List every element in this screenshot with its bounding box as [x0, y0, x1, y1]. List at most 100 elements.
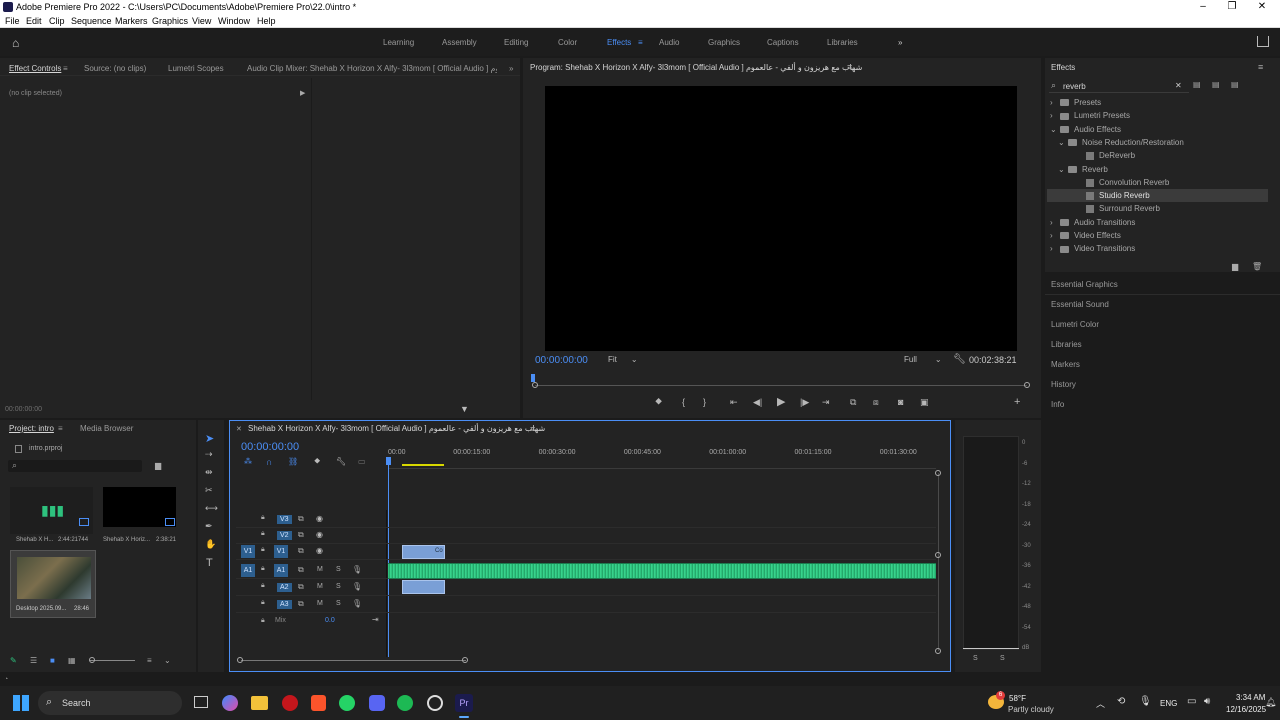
scroll-handle-mid[interactable] — [935, 552, 941, 558]
sync-lock-icon[interactable]: ⧉ — [298, 514, 304, 524]
clip-thumb-sequence[interactable] — [103, 487, 176, 527]
effects-folder[interactable]: › Video Effects — [1050, 231, 1121, 240]
tab-menu-icon[interactable]: ≡ — [63, 64, 68, 73]
program-playhead[interactable] — [531, 374, 535, 382]
tray-sync-icon[interactable]: ⟲ — [1117, 696, 1125, 707]
effects-folder[interactable]: › Video Transitions — [1050, 244, 1135, 253]
microphone-icon[interactable]: 🎙︎ — [352, 582, 362, 591]
sequence-title[interactable]: Shehab X Horizon X Alfy- 3l3mom [ Offici… — [248, 424, 545, 433]
step-forward-icon[interactable]: |▶ — [800, 398, 809, 407]
maximize-icon[interactable]: ❐ — [1222, 1, 1242, 12]
sync-lock-icon[interactable]: ⧉ — [298, 565, 304, 575]
filter-icon[interactable]: ▼ — [460, 404, 469, 414]
type-tool-icon[interactable]: T — [206, 558, 213, 569]
sync-lock-icon[interactable]: ⧉ — [298, 599, 304, 609]
lock-icon[interactable]: 🔒︎ — [261, 599, 265, 607]
razor-icon[interactable]: ✂ — [205, 486, 213, 495]
solo-left-button[interactable]: S — [973, 655, 978, 662]
track-name-a1[interactable]: A1 — [274, 564, 288, 577]
linked-select-icon[interactable]: ⛓ — [288, 457, 298, 466]
lock-icon[interactable]: 🔒︎ — [261, 617, 265, 625]
windows-start-icon[interactable] — [13, 695, 29, 711]
program-ruler[interactable] — [535, 385, 1027, 386]
panel-essential-graphics[interactable]: Essential Graphics — [1051, 280, 1118, 289]
selection-tool-icon[interactable]: ➤ — [205, 432, 214, 445]
audio-clip-a2[interactable] — [402, 580, 445, 594]
panel-markers[interactable]: Markers — [1051, 360, 1080, 369]
tab-media-browser[interactable]: Media Browser — [80, 424, 133, 433]
work-area-bar[interactable] — [402, 464, 444, 466]
menu-clip[interactable]: Clip — [49, 16, 65, 26]
ripple-edit-icon[interactable]: ⇹ — [205, 468, 213, 477]
close-icon[interactable]: ✕ — [1252, 1, 1272, 12]
effects-menu-icon[interactable]: ≡ — [1258, 62, 1263, 72]
pencil-icon[interactable]: ✎ — [10, 656, 17, 665]
source-patch-a1[interactable]: A1 — [241, 564, 255, 577]
effects-search-input[interactable]: reverb — [1063, 82, 1183, 91]
effects-item[interactable]: Studio Reverb — [1076, 191, 1150, 200]
video-clip[interactable]: Co — [402, 545, 445, 559]
chevron-down-icon[interactable]: ⌄ — [164, 656, 171, 665]
horizontal-scrollbar[interactable] — [241, 660, 466, 661]
effects-folder[interactable]: ⌄ Audio Effects — [1050, 125, 1121, 134]
tab-audio-clip-mixer[interactable]: Audio Clip Mixer: Shehab X Horizon X Alf… — [247, 64, 497, 73]
share-icon[interactable] — [1257, 36, 1269, 47]
more-workspaces-icon[interactable]: » — [898, 38, 902, 47]
clock-date[interactable]: 12/16/2025 — [1226, 705, 1266, 714]
minimize-icon[interactable]: – — [1193, 1, 1213, 12]
32bit-effects-icon[interactable]: ▤ — [1212, 80, 1220, 89]
snap-icon[interactable]: ∩ — [266, 457, 272, 467]
zoom-slider-handle[interactable] — [89, 657, 95, 663]
track-name-v2[interactable]: V2 — [277, 531, 292, 540]
workspace-color[interactable]: Color — [558, 38, 577, 47]
workspace-effects[interactable]: Effects — [607, 38, 631, 47]
marker-icon[interactable]: ⯁ — [314, 457, 320, 467]
workspace-captions[interactable]: Captions — [767, 38, 799, 47]
scroll-handle-top[interactable] — [935, 470, 941, 476]
effects-folder[interactable]: ⌄ Reverb — [1058, 165, 1108, 174]
whatsapp-icon[interactable] — [339, 695, 355, 711]
mute-button[interactable]: M — [317, 566, 323, 573]
workspace-menu-icon[interactable]: ≡ — [638, 38, 643, 47]
mute-button[interactable]: M — [317, 600, 323, 607]
solo-button[interactable]: S — [336, 600, 341, 607]
step-back-icon[interactable]: ◀| — [753, 398, 762, 407]
lock-icon[interactable]: 🔒︎ — [261, 582, 265, 590]
vertical-scroll-track[interactable] — [938, 473, 939, 651]
sync-lock-icon[interactable]: ⧉ — [298, 582, 304, 592]
effects-folder[interactable]: › Presets — [1050, 98, 1101, 107]
timeline-timecode[interactable]: 00:00:00:00 — [241, 441, 299, 453]
slip-tool-icon[interactable]: ⟷ — [205, 504, 218, 513]
sync-lock-icon[interactable]: ⧉ — [298, 546, 304, 556]
eye-icon[interactable]: ◉ — [316, 514, 323, 523]
panel-essential-sound[interactable]: Essential Sound — [1051, 300, 1109, 309]
panel-history[interactable]: History — [1051, 380, 1076, 389]
go-to-in-icon[interactable]: ⇤ — [730, 398, 738, 407]
tab-lumetri-scopes[interactable]: Lumetri Scopes — [168, 64, 224, 73]
yuv-effects-icon[interactable]: ▤ — [1231, 80, 1239, 89]
panel-info[interactable]: Info — [1051, 400, 1064, 409]
project-menu-icon[interactable]: ≡ — [58, 424, 63, 433]
add-button-icon[interactable]: + — [1014, 397, 1020, 408]
language-indicator[interactable]: ENG — [1160, 699, 1177, 708]
nest-icon[interactable]: ⁂ — [244, 457, 252, 466]
hscroll-left-handle[interactable] — [237, 657, 243, 663]
mark-in-icon[interactable]: { — [682, 398, 685, 407]
tab-source[interactable]: Source: (no clips) — [84, 64, 146, 73]
lock-icon[interactable]: 🔒︎ — [261, 530, 265, 538]
workspace-assembly[interactable]: Assembly — [442, 38, 477, 47]
volume-icon[interactable]: 🔊︎ — [1204, 696, 1210, 707]
panel-lumetri-color[interactable]: Lumetri Color — [1051, 320, 1099, 329]
panel-libraries[interactable]: Libraries — [1051, 340, 1082, 349]
spotify-icon[interactable] — [397, 695, 413, 711]
menu-edit[interactable]: Edit — [26, 16, 42, 26]
menu-file[interactable]: File — [5, 16, 20, 26]
sequence-menu-icon[interactable]: ≡ — [530, 424, 535, 434]
file-explorer-icon[interactable] — [251, 696, 268, 710]
workspace-editing[interactable]: Editing — [504, 38, 528, 47]
microphone-icon[interactable]: 🎙︎ — [352, 599, 362, 608]
add-marker-icon[interactable]: ⯁ — [655, 398, 662, 407]
lock-icon[interactable]: 🔒︎ — [261, 546, 265, 554]
go-to-out-icon[interactable]: ⇥ — [822, 398, 830, 407]
app-clock-icon[interactable] — [427, 695, 443, 711]
